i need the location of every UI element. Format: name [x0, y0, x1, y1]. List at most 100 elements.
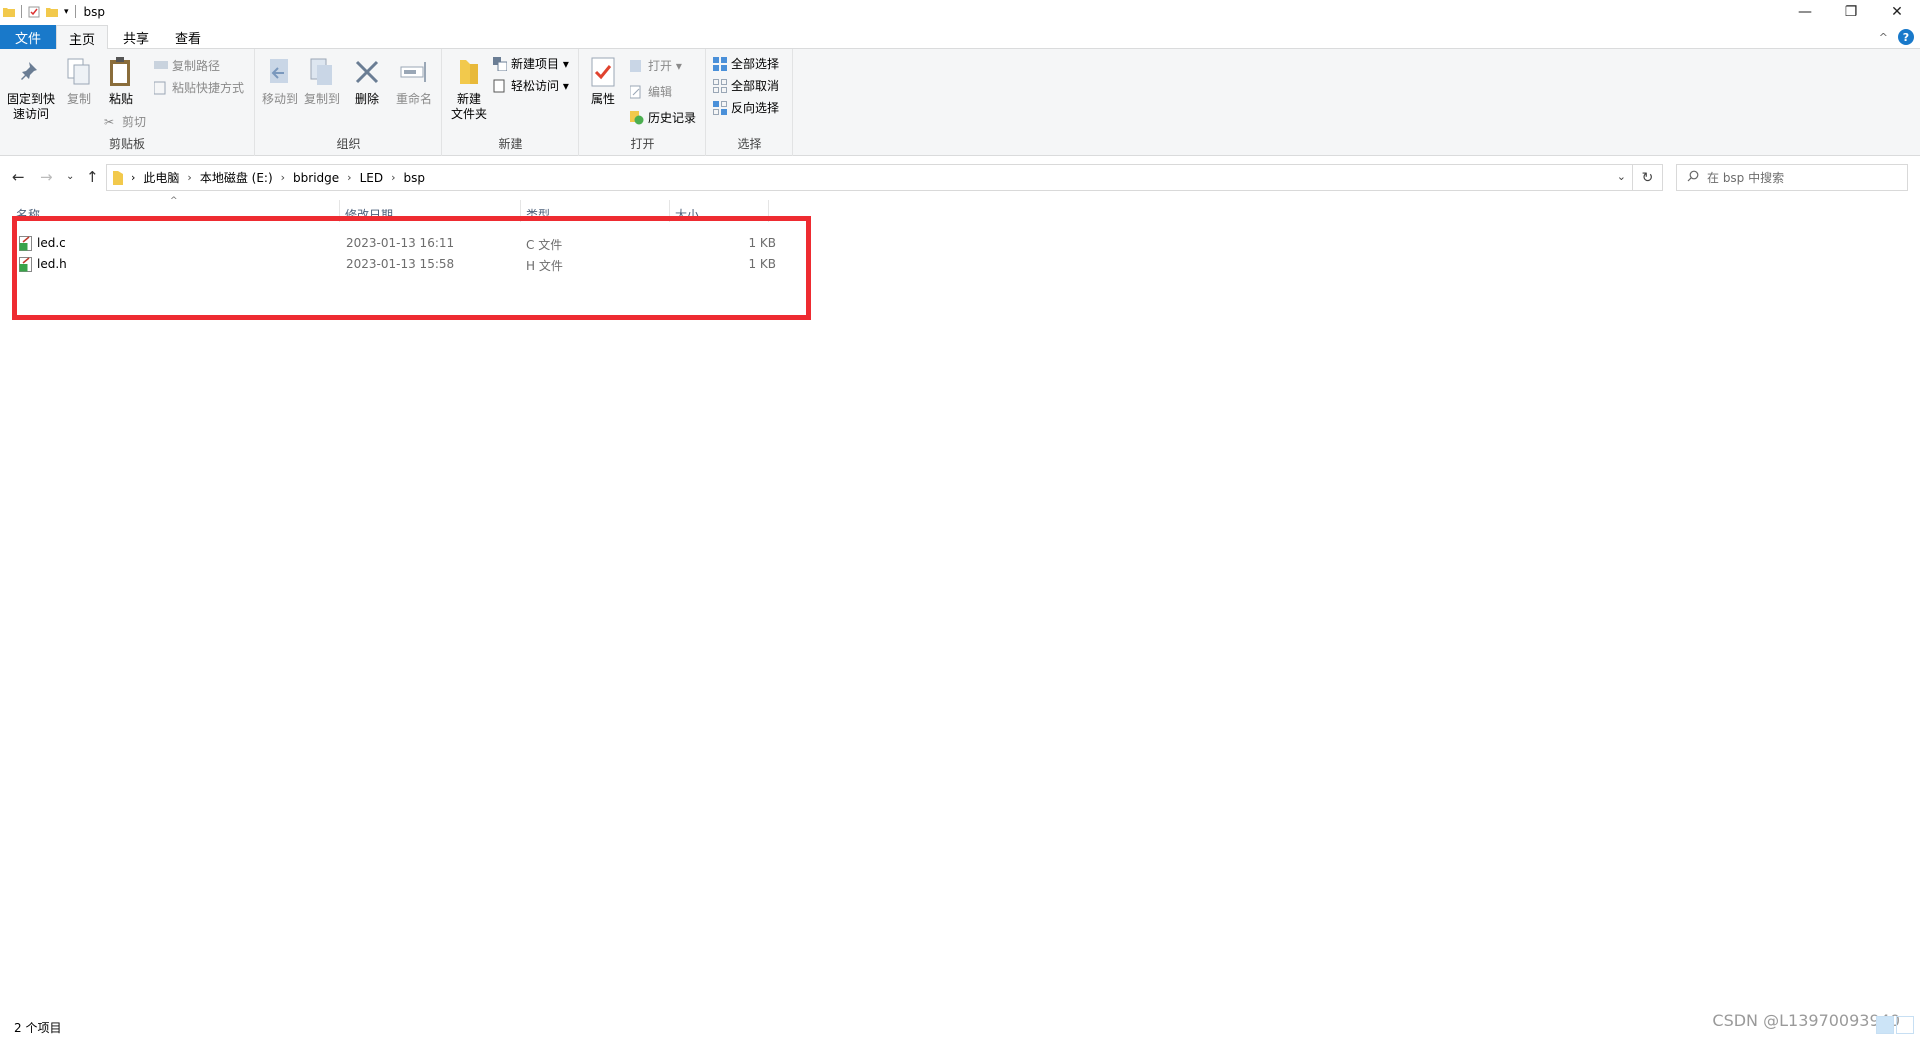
tab-share[interactable]: 共享 [110, 25, 162, 49]
tab-file[interactable]: 文件 [0, 25, 56, 49]
clipboard-group-label: 剪贴板 [108, 137, 145, 151]
edit-label: 编辑 [648, 85, 673, 99]
select-group-label: 选择 [737, 137, 762, 151]
select-none-icon [713, 78, 727, 93]
invert-selection-button[interactable]: 反向选择 [713, 99, 779, 116]
rename-label: 重命名 [395, 92, 432, 106]
back-arrow-icon[interactable]: ← [12, 168, 25, 186]
cut-button[interactable]: ✂ 剪切 [104, 113, 146, 130]
forward-arrow-icon[interactable]: → [40, 168, 53, 186]
search-input[interactable]: 在 bsp 中搜索 [1676, 164, 1908, 191]
open-label: 打开 ▾ [648, 59, 682, 73]
delete-button[interactable]: 删除 [350, 55, 384, 107]
properties-button[interactable]: 属性 [586, 55, 620, 107]
paste-shortcut-button[interactable]: 粘贴快捷方式 [153, 79, 245, 96]
pin-icon [15, 55, 47, 89]
status-bar: 2 个项目 [0, 1016, 1920, 1040]
breadcrumb-bsp[interactable]: bsp [404, 171, 426, 185]
help-icon[interactable]: ? [1898, 29, 1914, 45]
copy-to-button[interactable]: 复制到 [302, 55, 342, 107]
paste-button[interactable]: 粘贴 [104, 55, 138, 107]
view-toggle [1876, 1016, 1914, 1034]
new-item-icon [493, 56, 508, 71]
copy-path-button[interactable]: 复制路径 [154, 57, 220, 74]
breadcrumb-chevron-icon[interactable]: › [391, 171, 395, 184]
breadcrumb-led[interactable]: LED [360, 171, 384, 185]
easy-access-label: 轻松访问 ▾ [511, 79, 569, 93]
select-all-icon [713, 56, 727, 71]
move-to-icon [264, 55, 296, 89]
rename-button[interactable]: 重命名 [392, 55, 436, 107]
breadcrumb-chevron-icon[interactable]: › [347, 171, 351, 184]
edit-icon [629, 85, 644, 99]
delete-label: 删除 [354, 92, 379, 106]
invert-selection-icon [713, 100, 727, 115]
breadcrumb-this-pc[interactable]: 此电脑 [143, 169, 179, 186]
large-icons-view-icon[interactable] [1896, 1016, 1914, 1034]
new-folder-icon [453, 55, 485, 89]
select-all-label: 全部选择 [731, 57, 780, 71]
edit-button[interactable]: 编辑 [629, 83, 673, 100]
pin-quick-access-button[interactable]: 固定到快 速访问 [6, 55, 56, 122]
easy-access-button[interactable]: 轻松访问 ▾ [493, 77, 569, 94]
close-button[interactable]: ✕ [1874, 0, 1920, 23]
pin-label-1: 固定到快 [6, 92, 55, 106]
up-arrow-icon[interactable]: ↑ [86, 168, 99, 186]
breadcrumb-chevron-icon[interactable]: › [187, 171, 191, 184]
copy-path-icon [154, 59, 168, 73]
item-count: 2 个项目 [14, 1021, 62, 1035]
restore-button[interactable]: ❐ [1828, 0, 1874, 23]
breadcrumb-chevron-icon[interactable]: › [131, 171, 135, 184]
breadcrumb-chevron-icon[interactable]: › [281, 171, 285, 184]
clipboard-group: 固定到快 速访问 复制 粘贴 复制路径 粘贴快捷方式 ✂ 剪切 剪贴板 [0, 49, 255, 156]
pin-label-2: 速访问 [12, 107, 49, 121]
easy-access-icon [493, 79, 507, 93]
breadcrumb-bbridge[interactable]: bbridge [293, 171, 339, 185]
open-group: 属性 打开 ▾ 编辑 历史记录 打开 [580, 49, 706, 156]
details-view-icon[interactable] [1876, 1016, 1894, 1034]
properties-icon[interactable] [28, 6, 40, 18]
tab-view[interactable]: 查看 [162, 25, 214, 49]
new-group: 新建 文件夹 新建项目 ▾ 轻松访问 ▾ 新建 [443, 49, 579, 156]
properties-label: 属性 [590, 92, 615, 106]
paste-icon [105, 55, 137, 89]
breadcrumb: 此电脑 › 本地磁盘 (E:) › bbridge › LED › bsp [143, 169, 425, 186]
delete-x-icon [351, 55, 383, 89]
new-folder-button[interactable]: 新建 文件夹 [449, 55, 489, 122]
customize-chevron-icon[interactable]: ▾ [64, 7, 69, 17]
refresh-icon[interactable]: ↻ [1633, 164, 1663, 191]
copy-path-label: 复制路径 [172, 59, 221, 73]
copy-button[interactable]: 复制 [62, 55, 96, 107]
new-folder-label-2: 文件夹 [450, 107, 487, 121]
open-icon [630, 59, 644, 73]
breadcrumb-drive-e[interactable]: 本地磁盘 (E:) [200, 169, 273, 186]
sort-ascending-icon: ^ [170, 196, 178, 206]
quick-access-toolbar: ▾ [0, 0, 76, 23]
organize-group: 移动到 复制到 删除 重命名 组织 [256, 49, 442, 156]
history-button[interactable]: 历史记录 [630, 109, 696, 126]
new-folder-icon[interactable] [46, 6, 58, 18]
select-none-button[interactable]: 全部取消 [713, 77, 779, 94]
address-box[interactable]: › 此电脑 › 本地磁盘 (E:) › bbridge › LED › bsp … [106, 164, 1633, 191]
paste-shortcut-label: 粘贴快捷方式 [172, 81, 245, 95]
rename-icon [398, 55, 430, 89]
minimize-button[interactable]: — [1782, 0, 1828, 23]
open-button[interactable]: 打开 ▾ [630, 57, 682, 74]
ribbon-tabs: 文件 主页 共享 查看 ^ ? [0, 23, 1920, 50]
paste-label: 粘贴 [108, 92, 133, 106]
address-dropdown-chevron-icon[interactable]: ⌄ [1617, 170, 1626, 183]
select-group: 全部选择 全部取消 反向选择 选择 [707, 49, 793, 156]
move-to-button[interactable]: 移动到 [260, 55, 300, 107]
collapse-ribbon-icon[interactable]: ^ [1879, 31, 1888, 44]
select-all-button[interactable]: 全部选择 [713, 55, 779, 72]
paste-shortcut-icon [153, 81, 168, 95]
divider [21, 5, 22, 18]
copy-icon [63, 55, 95, 89]
recent-locations-chevron-icon[interactable]: ⌄ [66, 171, 74, 182]
folder-icon [3, 6, 15, 18]
scissors-icon: ✂ [104, 114, 115, 129]
watermark: CSDN @L13970093940 [1712, 1011, 1900, 1030]
tab-home[interactable]: 主页 [56, 25, 108, 50]
select-none-label: 全部取消 [731, 79, 780, 93]
new-item-button[interactable]: 新建项目 ▾ [493, 55, 569, 72]
